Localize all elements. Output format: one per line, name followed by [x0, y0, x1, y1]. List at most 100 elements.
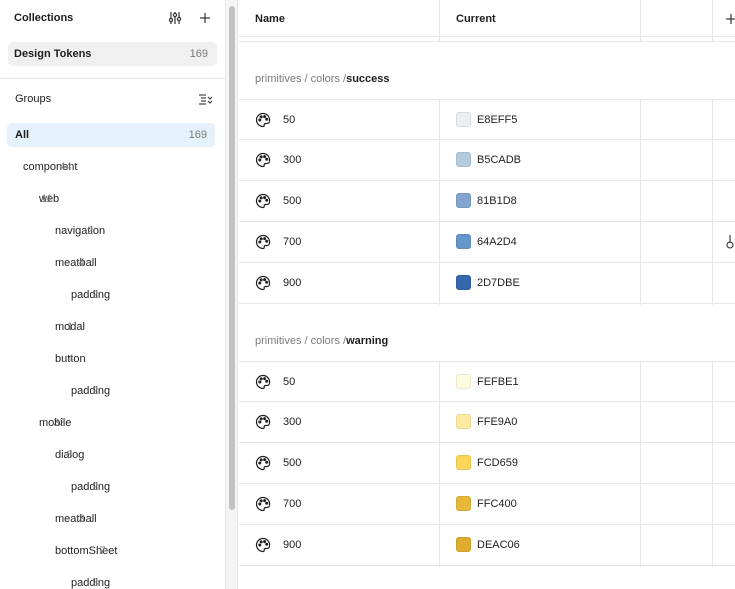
token-value[interactable]: FCD659 — [477, 443, 518, 483]
table-row[interactable]: 50 E8EFF5 — [239, 99, 735, 140]
token-value[interactable]: B5CADB — [477, 140, 521, 180]
color-swatch[interactable] — [456, 496, 471, 511]
token-value[interactable]: E8EFF5 — [477, 100, 517, 140]
group-item[interactable]: padding 3 — [0, 567, 225, 589]
column-divider — [712, 0, 713, 42]
sidebar-scrollbar[interactable] — [225, 0, 238, 589]
table-row[interactable]: 900 2D7DBE — [239, 263, 735, 304]
column-divider — [640, 99, 641, 305]
group-label: padding — [71, 577, 111, 589]
color-swatch[interactable] — [456, 414, 471, 429]
group-item[interactable]: component 44 — [0, 151, 225, 183]
token-name[interactable]: 500 — [283, 181, 301, 221]
group-item[interactable]: meatball 3 — [0, 503, 225, 535]
column-divider — [712, 361, 713, 567]
variables-panel: Collections Design Tokens 169 Groups All… — [0, 0, 735, 589]
scrollbar-thumb[interactable] — [229, 6, 235, 510]
token-name[interactable]: 300 — [283, 140, 301, 180]
group-item[interactable]: modal 1 — [0, 311, 225, 343]
token-name[interactable]: 500 — [283, 443, 301, 483]
color-swatch[interactable] — [456, 152, 471, 167]
color-swatch[interactable] — [456, 455, 471, 470]
token-value[interactable]: FFE9A0 — [477, 402, 517, 442]
table-row[interactable]: 700 FFC400 — [239, 484, 735, 525]
table-row[interactable]: 700 64A2D4 — [239, 222, 735, 263]
color-swatch[interactable] — [456, 234, 471, 249]
palette-icon — [255, 152, 271, 168]
token-name[interactable]: 900 — [283, 263, 301, 303]
token-value[interactable]: 2D7DBE — [477, 263, 520, 303]
column-header-name[interactable]: Name — [255, 0, 285, 37]
group-label: padding — [71, 481, 111, 493]
palette-icon — [255, 374, 271, 390]
palette-icon — [255, 496, 271, 512]
group-list: All 169 component 44 web 11 navigation 2 meatbal… — [0, 119, 225, 589]
token-value[interactable]: DEAC06 — [477, 525, 520, 565]
group-count: 1 — [66, 321, 74, 333]
color-swatch[interactable] — [456, 112, 471, 127]
token-name[interactable]: 700 — [283, 222, 301, 262]
adjust-icon[interactable] — [167, 10, 183, 26]
token-value[interactable]: 81B1D8 — [477, 181, 517, 221]
groups-header: Groups — [0, 86, 225, 112]
palette-icon — [255, 193, 271, 209]
group-item[interactable]: padding 2 — [0, 279, 225, 311]
token-value[interactable]: FEFBE1 — [477, 362, 519, 402]
table-row[interactable]: 500 81B1D8 — [239, 181, 735, 222]
column-divider — [439, 99, 440, 305]
group-item[interactable]: navigation 2 — [0, 215, 225, 247]
group-count: 2 — [92, 385, 99, 397]
plus-icon[interactable] — [723, 11, 735, 27]
add-collection-icon[interactable] — [197, 10, 213, 26]
column-header-current[interactable]: Current — [456, 0, 496, 37]
group-item[interactable]: padding 2 — [0, 375, 225, 407]
table-row[interactable]: 300 FFE9A0 — [239, 402, 735, 443]
token-name[interactable]: 700 — [283, 484, 301, 524]
table-row — [239, 37, 735, 42]
token-name[interactable]: 50 — [283, 100, 295, 140]
group-item[interactable]: bottomSheet 7 — [0, 535, 225, 567]
collapse-groups-icon[interactable] — [197, 91, 213, 107]
section-title: primitives / colors / warning — [255, 331, 388, 351]
group-item[interactable]: web 11 — [0, 183, 225, 215]
color-swatch[interactable] — [456, 275, 471, 290]
color-swatch[interactable] — [456, 193, 471, 208]
token-name[interactable]: 300 — [283, 402, 301, 442]
palette-icon — [255, 537, 271, 553]
group-label: All — [15, 129, 30, 141]
group-count: 2 — [87, 225, 94, 237]
group-count: 3 — [66, 449, 73, 461]
token-name[interactable]: 50 — [283, 362, 295, 402]
selection-highlight — [7, 123, 215, 147]
group-item[interactable]: mobile 33 — [0, 407, 225, 439]
section-group-name: success — [346, 73, 390, 85]
table-row[interactable]: 50 FEFBE1 — [239, 361, 735, 402]
table-row[interactable]: 500 FCD659 — [239, 443, 735, 484]
color-swatch[interactable] — [456, 537, 471, 552]
column-divider — [640, 361, 641, 567]
group-item[interactable]: dialog 3 — [0, 439, 225, 471]
section-path: primitives / colors / — [255, 73, 347, 85]
token-value[interactable]: FFC400 — [477, 484, 517, 524]
collection-item-design-tokens[interactable]: Design Tokens 169 — [8, 42, 217, 66]
group-item[interactable]: padding 2 — [0, 471, 225, 503]
group-count: 4 — [78, 257, 85, 269]
group-label: meatball — [55, 257, 97, 269]
table-row[interactable]: 900 DEAC06 — [239, 525, 735, 566]
group-item[interactable]: meatball 4 — [0, 247, 225, 279]
table-row[interactable]: 300 B5CADB — [239, 140, 735, 181]
token-value[interactable]: 64A2D4 — [477, 222, 517, 262]
group-item[interactable]: button 4 — [0, 343, 225, 375]
group-item[interactable]: All 169 — [0, 119, 225, 151]
resize-handle-icon[interactable] — [724, 234, 735, 252]
group-label: navigation — [55, 225, 106, 237]
group-count: 169 — [188, 129, 207, 141]
group-count: 2 — [92, 481, 99, 493]
collections-title: Collections — [14, 12, 74, 24]
group-count: 33 — [53, 417, 66, 429]
token-name[interactable]: 900 — [283, 525, 301, 565]
group-count: 4 — [67, 353, 74, 365]
palette-icon — [255, 414, 271, 430]
color-swatch[interactable] — [456, 374, 471, 389]
groups-title: Groups — [15, 93, 52, 105]
